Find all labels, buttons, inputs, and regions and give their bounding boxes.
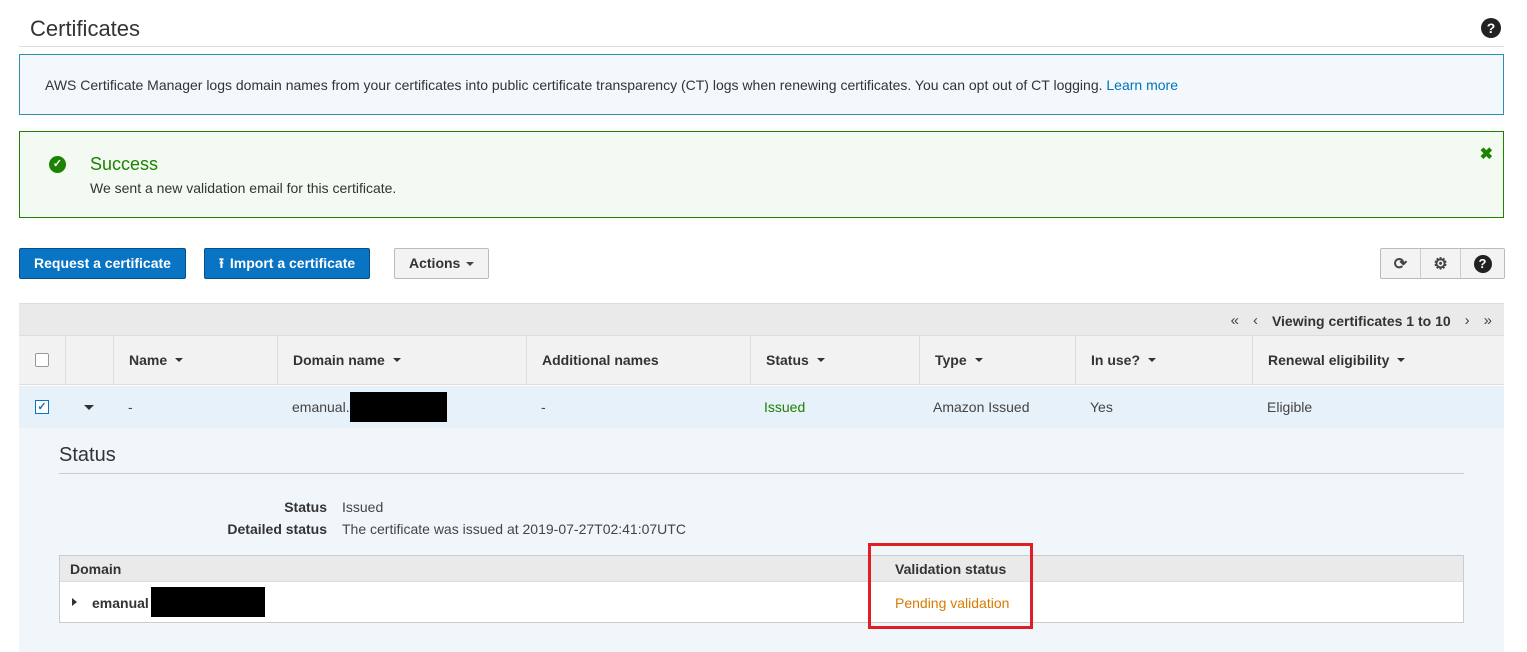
redaction-block [349, 392, 447, 422]
column-header-type[interactable]: Type [919, 336, 1075, 384]
caret-down-icon [466, 262, 475, 267]
select-all-cell [19, 336, 65, 384]
table-header: Name Domain name Additional names Status… [19, 335, 1504, 385]
request-certificate-button[interactable]: Request a certificate [19, 248, 186, 279]
sort-caret-icon [974, 358, 983, 362]
import-certificate-button[interactable]: ⭱ Import a certificate [204, 248, 371, 279]
title-divider [19, 46, 1504, 47]
row-expand-cell [84, 386, 94, 428]
help-button[interactable]: ? [1461, 249, 1504, 278]
learn-more-link[interactable]: Learn more [1106, 77, 1178, 93]
pagination-label: Viewing certificates 1 to 10 [1271, 312, 1451, 329]
success-banner: ✓ Success We sent a new validation email… [19, 131, 1504, 218]
row-checkbox[interactable]: ✓ [35, 400, 49, 414]
select-all-checkbox[interactable] [35, 353, 49, 367]
domain-column-header: Domain [70, 561, 122, 577]
ct-logging-info-banner: AWS Certificate Manager logs domain name… [19, 54, 1504, 115]
import-certificate-label: Import a certificate [229, 255, 356, 271]
column-header-status[interactable]: Status [750, 336, 919, 384]
gear-icon[interactable]: ⚙ [1421, 249, 1461, 278]
check-circle-icon: ✓ [49, 156, 66, 173]
refresh-icon[interactable]: ⟳ [1381, 249, 1421, 278]
sort-caret-icon [175, 358, 184, 362]
domain-validation-table: Domain Validation status emanual Pending… [59, 555, 1464, 623]
page-title: Certificates [30, 16, 141, 41]
redaction-block [151, 587, 265, 617]
pagination: « ‹ Viewing certificates 1 to 10 › » [1231, 312, 1492, 329]
status-value: Issued [342, 499, 384, 515]
last-page-icon[interactable]: » [1484, 312, 1492, 329]
detailed-status-label: Detailed status [227, 521, 327, 537]
expand-col-header [65, 336, 113, 384]
detail-section-title: Status [59, 444, 116, 466]
actions-label: Actions [409, 255, 461, 271]
column-header-domain-name[interactable]: Domain name [277, 336, 526, 384]
domain-text: emanual. [292, 399, 350, 415]
column-header-renewal-eligibility[interactable]: Renewal eligibility [1252, 336, 1504, 384]
column-header-in-use[interactable]: In use? [1075, 336, 1252, 384]
request-certificate-label: Request a certificate [34, 255, 171, 271]
sort-caret-icon [1397, 358, 1406, 362]
sort-caret-icon [1148, 358, 1157, 362]
next-page-icon[interactable]: › [1465, 312, 1470, 329]
help-icon: ? [1473, 254, 1492, 273]
certificate-detail-panel: Status Status Issued Detailed status The… [19, 428, 1504, 652]
expand-caret-icon[interactable] [72, 598, 77, 606]
first-page-icon[interactable]: « [1231, 312, 1239, 329]
status-label: Status [284, 499, 327, 515]
close-icon[interactable]: ✖ [1480, 144, 1493, 164]
sort-caret-icon [392, 358, 401, 362]
table-row[interactable]: ✓ - emanual. - Issued Amazon Issued Yes … [19, 386, 1504, 428]
highlight-box [868, 543, 1033, 629]
cell-type: Amazon Issued [933, 399, 1030, 415]
domain-table-header: Domain Validation status [60, 556, 1463, 582]
domain-table-row: emanual Pending validation [60, 582, 1463, 623]
success-title: Success [90, 154, 159, 174]
prev-page-icon[interactable]: ‹ [1253, 312, 1258, 329]
help-icon[interactable]: ? [1481, 18, 1501, 38]
collapse-caret-icon[interactable] [84, 404, 94, 410]
info-banner-text: AWS Certificate Manager logs domain name… [45, 77, 1107, 93]
cell-additional-names: - [541, 399, 546, 415]
column-header-name[interactable]: Name [113, 336, 277, 384]
cell-renewal-eligibility: Eligible [1267, 399, 1313, 415]
cell-domain: emanual. [292, 386, 447, 428]
cell-name: - [128, 399, 133, 415]
table-tools: ⟳ ⚙ ? [1380, 248, 1505, 279]
row-select-cell: ✓ [35, 386, 49, 428]
detailed-status-value: The certificate was issued at 2019-07-27… [342, 521, 686, 537]
cell-status: Issued [764, 399, 806, 415]
upload-icon: ⭱ [219, 255, 224, 271]
column-header-additional-names[interactable]: Additional names [526, 336, 750, 384]
domain-name-text: emanual [92, 595, 149, 611]
sort-caret-icon [816, 358, 825, 362]
actions-dropdown[interactable]: Actions [394, 248, 490, 279]
success-message: We sent a new validation email for this … [90, 180, 397, 196]
cell-in-use: Yes [1090, 399, 1113, 415]
detail-divider [59, 473, 1464, 474]
pagination-bar: « ‹ Viewing certificates 1 to 10 › » [19, 303, 1504, 335]
